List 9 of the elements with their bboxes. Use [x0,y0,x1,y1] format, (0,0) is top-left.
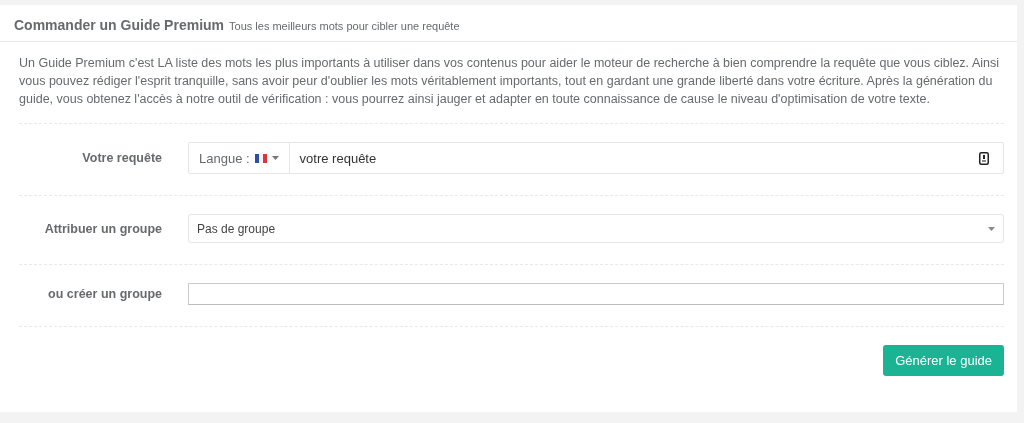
field-label: Attribuer un groupe [43,221,162,236]
field-label: Votre requête [81,151,162,165]
panel-subtitle: Tous les meilleurs mots pour cibler une requête [229,20,460,32]
group-name-field[interactable] [188,283,1004,305]
panel-title: Commander un Guide Premium [14,17,225,33]
field-label: ou créer un groupe [47,287,162,301]
group-select[interactable]: Pas de groupe [188,214,1004,243]
intro-paragraph: Un Guide Premium c'est LA liste des mots les plus importants à utiliser dans vos contenus pour aider le moteur de recherche à bien comprendre la requête que vous ciblez. Ainsi vous pouvez rédiger l'esprit tranquille, sans avoir peur d'oublier les mots véritablement importants, tout en gardant une grande liberté dans votre écriture. Après la génération du guide, vous obtenez l'accès à notre outil de vérification : vous pourrez ainsi jauger et adapter en toute connaissance de cause le niveau d'optimisation de votre texte. [19,54,1004,124]
caret-icon [988,226,995,231]
